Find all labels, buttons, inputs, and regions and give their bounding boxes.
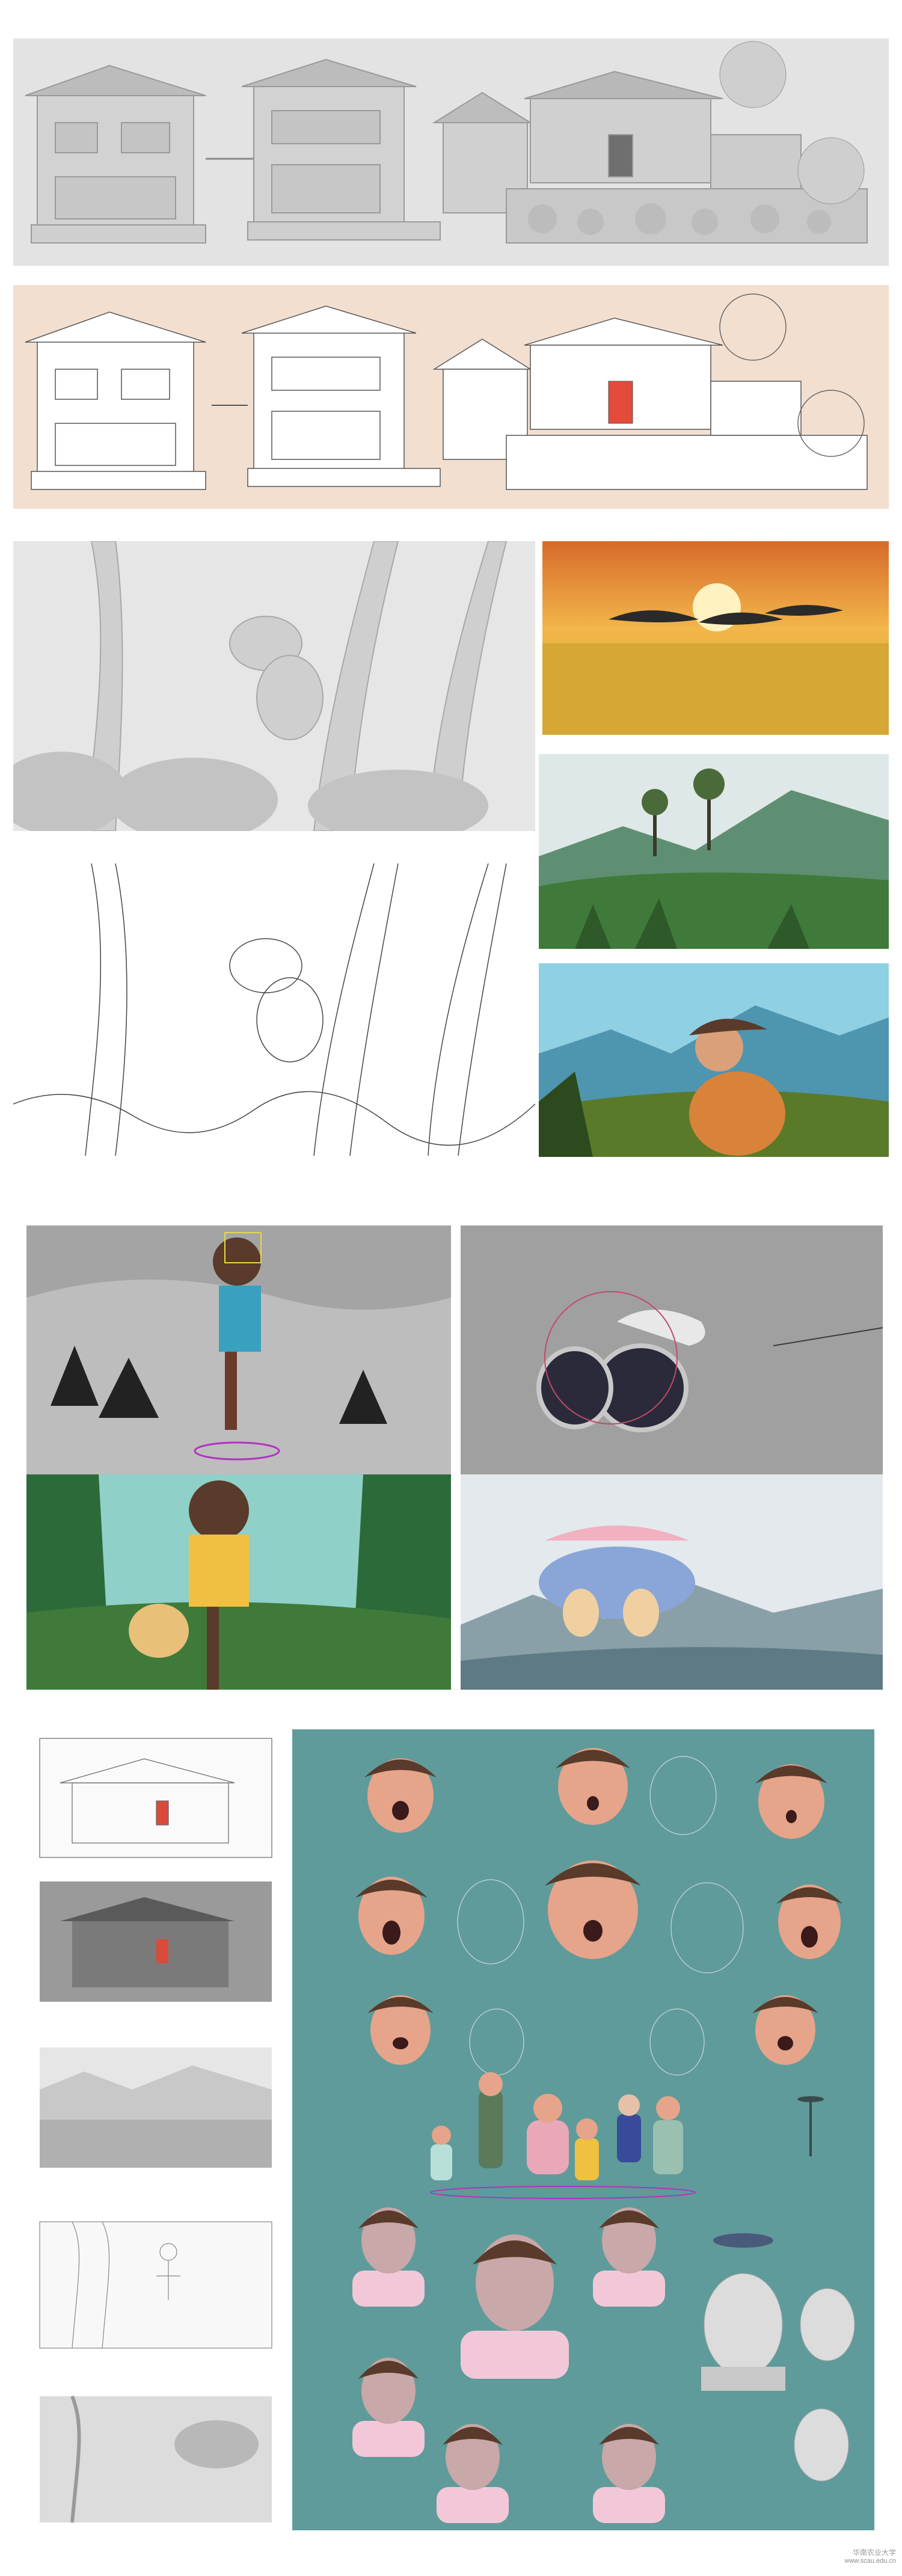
color-forest-character [26,1474,451,1690]
lineart-forest [13,863,535,1156]
clay-forest-character [13,541,535,831]
storyboard-sketches [36,1735,275,2528]
rig-character-icon [26,1225,451,1474]
character-clouds-icon [461,1474,883,1690]
house-clay-icon [13,38,889,266]
sunset-birds-painting [542,541,889,735]
storyboard-icon [39,1738,272,2523]
clay-houses-render [13,38,889,266]
watermark: 华南农业大学 www.scau.edu.cn [794,2548,896,2572]
character-rig-sheet [292,1729,874,2530]
rig-falling-character [461,1225,883,1474]
color-falling-clouds [461,1474,883,1690]
watermark-line1: 华南农业大学 [852,2548,896,2557]
birds-sunset-icon [542,541,889,735]
green-hills-painting [539,754,889,949]
watermark-line2: www.scau.edu.cn [844,2557,896,2565]
character-sheet-icon [292,1729,874,2530]
hills-trees-icon [539,754,889,949]
character-forest-icon [26,1474,451,1690]
character-mountain-icon [539,963,889,1157]
rig-forest-character [26,1225,451,1474]
forest-lineart-icon [13,863,535,1156]
rig-falling-icon [461,1225,883,1474]
mountain-character-painting [539,963,889,1157]
forest-clay-icon [13,541,535,831]
house-lineart-icon [13,285,889,509]
lineart-houses-peach [13,285,889,509]
